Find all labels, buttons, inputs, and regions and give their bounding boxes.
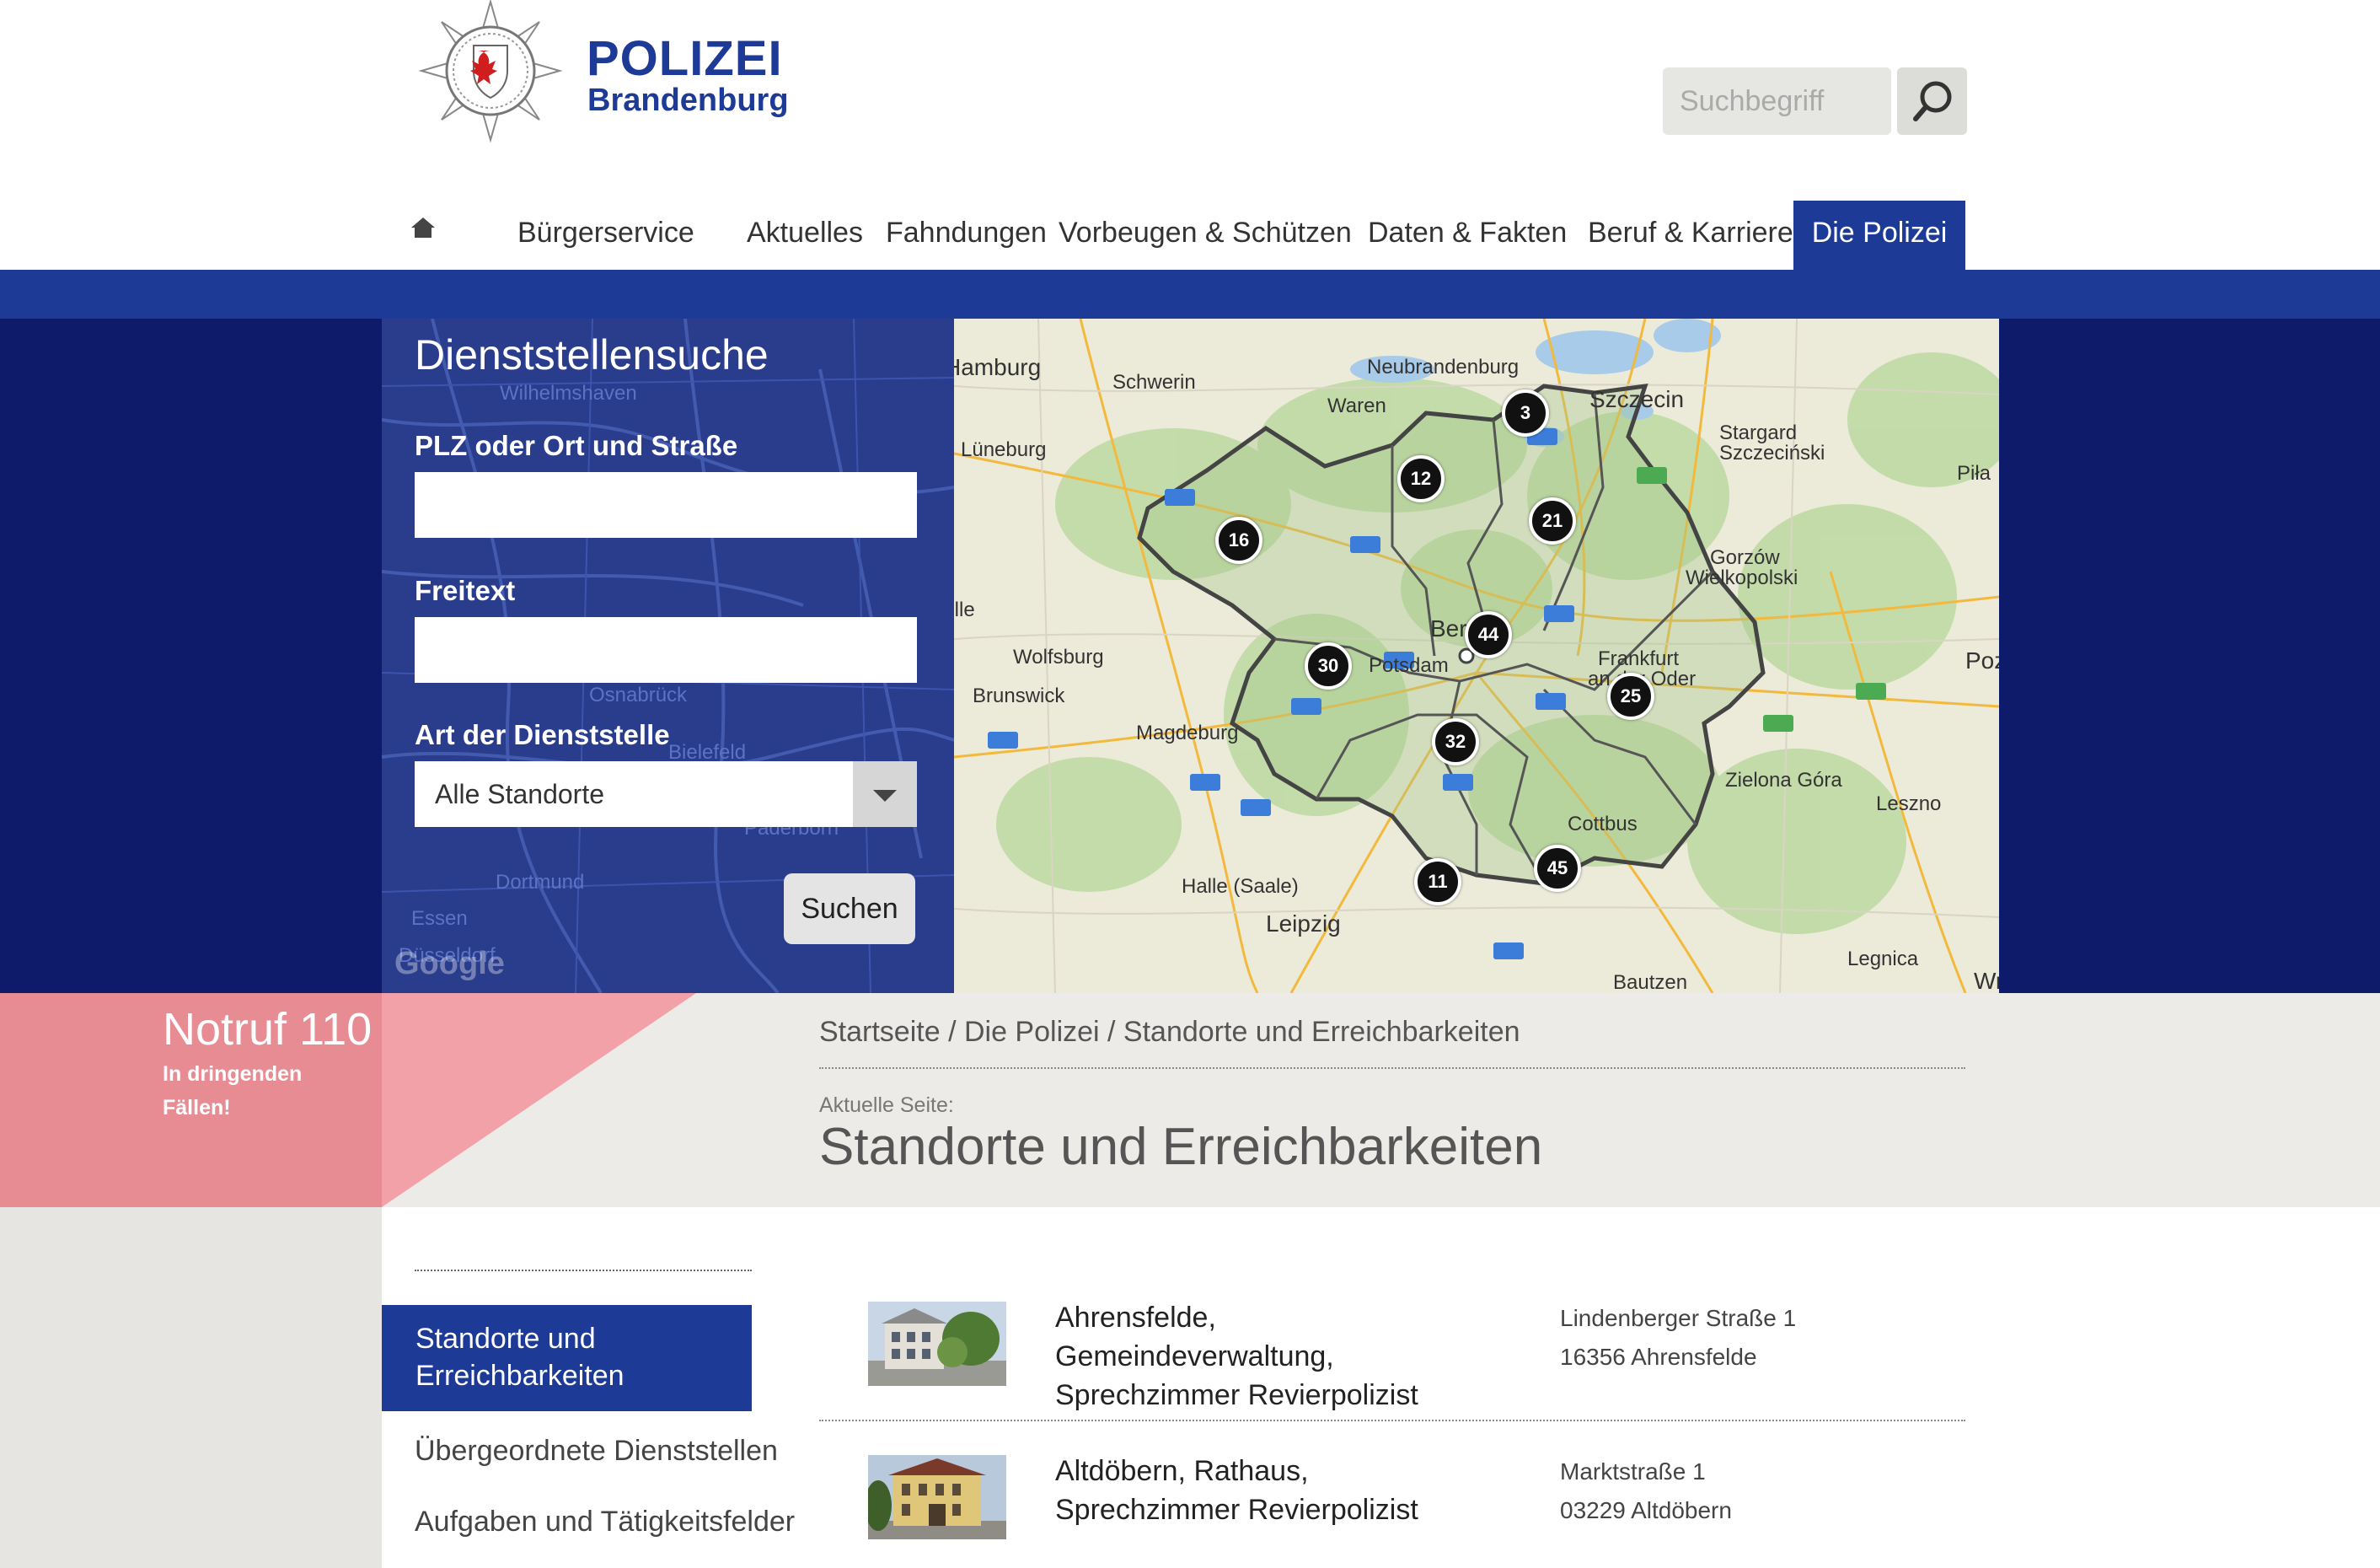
map-label: Leipzig: [1266, 910, 1341, 937]
map-label: Piła: [1957, 462, 1991, 485]
type-select[interactable]: Alle Standorte: [415, 761, 917, 827]
nav-item-daten-fakten[interactable]: Daten & Fakten: [1368, 201, 1567, 270]
map-label: Lüneburg: [961, 438, 1047, 461]
location-name[interactable]: Ahrensfelde, Gemeindeverwaltung, Sprechz…: [1055, 1298, 1493, 1415]
nav-item-beruf-karriere[interactable]: Beruf & Karriere: [1588, 201, 1793, 270]
sidebar-background: [0, 1207, 382, 1568]
map-cluster-marker[interactable]: 32: [1432, 718, 1479, 765]
map-label: Osnabrück: [589, 684, 688, 706]
map-label: Magdeburg: [1136, 722, 1239, 744]
map-label: Bielefeld: [668, 741, 746, 764]
emergency-subtitle: In dringenden Fällen!: [163, 1062, 303, 1120]
location-street: Lindenberger Straße 1: [1560, 1305, 1797, 1331]
google-logo: Google: [394, 946, 505, 981]
map-cluster-marker[interactable]: 3: [1502, 389, 1549, 437]
chevron-down-icon[interactable]: [853, 761, 917, 827]
map-label: Leszno: [1876, 792, 1942, 815]
freitext-label: Freitext: [415, 575, 516, 606]
search-icon: [1913, 81, 1952, 121]
nav-item-fahndungen[interactable]: Fahndungen: [886, 201, 1047, 270]
map-label: Legnica: [1847, 948, 1919, 970]
map-cluster-marker[interactable]: 12: [1397, 455, 1445, 502]
sidebar-item-standorte[interactable]: Standorte und Erreichbarkeiten: [382, 1305, 752, 1411]
nav-item-aktuelles[interactable]: Aktuelles: [747, 201, 863, 270]
map-label: Poz: [1965, 647, 1999, 674]
map-label: Celle: [954, 599, 975, 621]
nav-item-buergerservice[interactable]: Bürgerservice: [517, 201, 694, 270]
search-panel-title: Dienststellensuche: [415, 331, 769, 379]
site-search-button[interactable]: [1897, 67, 1967, 135]
brand-title[interactable]: POLIZEI: [587, 30, 783, 88]
location-photo[interactable]: [868, 1302, 1006, 1386]
location-photo[interactable]: [868, 1455, 1006, 1539]
page-title: Standorte und Erreichbarkeiten: [819, 1118, 1543, 1176]
breadcrumb[interactable]: Startseite / Die Polizei / Standorte und…: [819, 1016, 1520, 1049]
location-name[interactable]: Altdöbern, Rathaus, Sprechzimmer Revierp…: [1055, 1452, 1493, 1529]
map-label: Potsdam: [1369, 654, 1449, 677]
map-label: Brunswick: [973, 685, 1065, 707]
police-star-logo[interactable]: [415, 0, 566, 143]
map-label: Bautzen: [1613, 971, 1688, 993]
type-select-value: Alle Standorte: [435, 779, 605, 809]
nav-item-die-polizei[interactable]: Die Polizei: [1793, 201, 1965, 270]
sidebar-item-uebergeordnete[interactable]: Übergeordnete Dienststellen: [415, 1435, 778, 1468]
map-cluster-marker[interactable]: 44: [1465, 611, 1512, 658]
emergency-title: Notruf 110: [163, 1004, 373, 1055]
brand-subtitle[interactable]: Brandenburg: [587, 81, 789, 120]
map-label: Szczecin: [1589, 386, 1685, 412]
map-canvas: [954, 319, 1999, 993]
map-cluster-marker[interactable]: 30: [1305, 642, 1352, 690]
nav-item-vorbeugen[interactable]: Vorbeugen & Schützen: [1059, 201, 1352, 270]
search-submit-button[interactable]: Suchen: [784, 873, 915, 944]
map-cluster-marker[interactable]: 16: [1215, 517, 1262, 564]
map-label: Wr: [1974, 968, 1999, 993]
map-label: Wolfsburg: [1013, 646, 1104, 669]
map-label: Ber: [1430, 615, 1467, 642]
current-page-label: Aktuelle Seite:: [819, 1093, 954, 1117]
location-city: 16356 Ahrensfelde: [1560, 1344, 1757, 1370]
location-street: Marktstraße 1: [1560, 1458, 1706, 1485]
main-navigation: Bürgerservice Aktuelles Fahndungen Vorbe…: [0, 201, 2380, 270]
map-label: Essen: [411, 907, 468, 930]
map-cluster-marker[interactable]: 45: [1534, 845, 1581, 892]
map-label: Waren: [1327, 395, 1386, 417]
freitext-input[interactable]: [415, 617, 917, 683]
location-city: 03229 Altdöbern: [1560, 1497, 1732, 1523]
map-label: Halle (Saale): [1182, 875, 1299, 898]
map-label: Hamburg: [954, 354, 1042, 380]
map-cluster-marker[interactable]: 11: [1414, 858, 1461, 905]
map-label: Wilhelmshaven: [500, 382, 637, 405]
sidebar-divider: [415, 1270, 752, 1271]
home-icon: [411, 217, 435, 238]
sidebar-item-aufgaben[interactable]: Aufgaben und Tätigkeitsfelder: [415, 1506, 795, 1538]
map-label: Cottbus: [1568, 813, 1638, 835]
nav-underline-bar: [0, 270, 2380, 319]
location-divider: [819, 1420, 1965, 1421]
plz-input[interactable]: [415, 472, 917, 538]
map-label: Zielona Góra: [1725, 769, 1842, 792]
plz-label: PLZ oder Ort und Straße: [415, 430, 738, 461]
nav-home[interactable]: [406, 201, 448, 270]
map-cluster-marker[interactable]: 25: [1607, 673, 1654, 720]
type-label: Art der Dienststelle: [415, 719, 670, 750]
map-label: Neubrandenburg: [1367, 356, 1520, 379]
breadcrumb-divider: [819, 1067, 1965, 1069]
map-view[interactable]: Hamburg Schwerin Neubrandenburg Waren Sz…: [954, 319, 1999, 993]
site-search-input[interactable]: [1663, 67, 1891, 135]
map-label: Dortmund: [496, 871, 584, 894]
map-label: Wielkopolski: [1686, 567, 1798, 589]
map-label: Schwerin: [1112, 371, 1196, 394]
map-cluster-marker[interactable]: 21: [1529, 497, 1576, 545]
map-label: Szczeciński: [1719, 442, 1825, 464]
